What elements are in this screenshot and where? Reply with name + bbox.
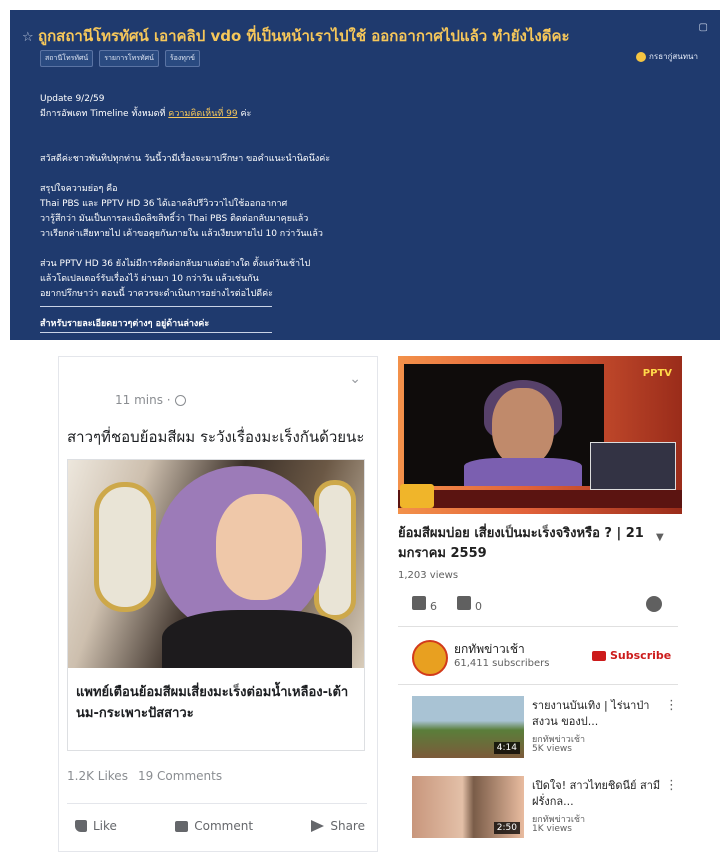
dislike-button[interactable]: 0 <box>457 596 482 613</box>
subscribe-button[interactable]: Subscribe <box>592 649 671 662</box>
article-title[interactable]: แพทย์เตือนย้อมสีผมเสี่ยงมะเร็งต่อมน้ำเหล… <box>76 682 358 724</box>
timeline-line: มีการอัพเดท Timeline ทั้งหมดที่ ความคิดเ… <box>40 107 330 122</box>
view-count: 1,203 views <box>398 570 459 581</box>
chevron-down-icon[interactable]: ⌄ <box>349 371 361 387</box>
link-preview-card[interactable]: แพทย์เตือนย้อมสีผมเสี่ยงมะเร็งต่อมน้ำเหล… <box>67 459 365 751</box>
share-label: Share <box>330 819 365 833</box>
article-photo <box>68 460 364 668</box>
divider <box>40 332 272 333</box>
comment-label: Comment <box>194 819 254 833</box>
summary-line: Thai PBS และ PPTV HD 36 ได้เอาคลิปรีวิวว… <box>40 199 288 209</box>
like-button[interactable]: 6 <box>412 596 437 613</box>
post-stats: 1.2K Likes 19 Comments <box>67 769 222 783</box>
share-button[interactable]: Share <box>311 819 365 833</box>
footer-note: สำหรับรายละเอียดยาวๆต่างๆ อยู่ด้านล่างค่… <box>40 319 210 329</box>
globe-icon <box>174 394 186 406</box>
rating-bar: 6 0 <box>412 596 482 613</box>
divider <box>67 803 367 804</box>
greeting: สวัสดีค่ะชาวพันทิปทุกท่าน วันนี้วามีเรื่… <box>40 154 331 164</box>
summary-heading: สรุปใจความย่อๆ คือ <box>40 184 118 194</box>
subscribe-label: Subscribe <box>610 649 672 662</box>
channel-avatar[interactable] <box>412 640 448 676</box>
timeline-suffix: ค่ะ <box>240 109 252 119</box>
share-icon <box>311 820 325 832</box>
more-options-icon[interactable]: ⋮ <box>665 778 678 793</box>
post-time-text: 11 mins · <box>115 393 171 407</box>
subscriber-count: 61,411 subscribers <box>454 658 550 669</box>
star-icon[interactable]: ☆ <box>22 30 34 45</box>
video-player[interactable]: PPTV <box>398 356 682 514</box>
related-title[interactable]: เปิดใจ! สาวไทยชิดนีย์ สามีฝรั่งกล... <box>532 778 664 810</box>
divider <box>398 684 678 685</box>
tag-item[interactable]: สถานีโทรทัศน์ <box>40 50 94 67</box>
channel-logo: PPTV <box>642 368 672 379</box>
timeline-prefix: มีการอัพเดท Timeline ทั้งหมดที่ <box>40 109 166 119</box>
bookmark-icon[interactable]: ▢ <box>699 22 708 33</box>
video-thumbnail[interactable]: 4:14 <box>412 696 524 758</box>
forum-post-panel: ☆ ถูกสถานีโทรทัศน์ เอาคลิป vdo ที่เป็นหน… <box>10 10 720 340</box>
like-count: 6 <box>430 600 437 613</box>
related-title[interactable]: รายงานบันเทิง | ไร่นาป่าสงวน ของป... <box>532 698 664 730</box>
comment-button[interactable]: Comment <box>175 819 253 833</box>
like-label: Like <box>93 819 117 833</box>
pptv-line: ส่วน PPTV HD 36 ยังไม่มีการติดต่อกลับมาแ… <box>40 259 311 269</box>
related-video[interactable]: 2:50 เปิดใจ! สาวไทยชิดนีย์ สามีฝรั่งกล..… <box>412 776 678 838</box>
timeline-link[interactable]: ความคิดเห็นที่ 99 <box>168 109 237 119</box>
update-date: Update 9/2/59 <box>40 94 105 104</box>
like-button[interactable]: Like <box>75 819 117 833</box>
post-time: 11 mins · <box>115 393 186 407</box>
forum-post-body: Update 9/2/59 มีการอัพเดท Timeline ทั้งห… <box>40 92 330 302</box>
divider <box>398 626 678 627</box>
youtube-panel: PPTV ย้อมสีผมบ่อย เสี่ยงเป็นมะเร็งจริงหร… <box>398 356 682 850</box>
tag-item[interactable]: ร้องทุกข์ <box>164 50 200 67</box>
thumbs-up-icon <box>75 820 87 832</box>
post-headline: สาวๆที่ชอบย้อมสีผม ระวังเรื่องมะเร็งกันด… <box>67 428 365 446</box>
related-views: 5K views <box>532 744 572 754</box>
facebook-post: 11 mins · ⌄ สาวๆที่ชอบย้อมสีผม ระวังเรื่… <box>58 356 378 852</box>
related-views: 1K views <box>532 824 572 834</box>
post-actions: Like Comment Share <box>75 819 365 833</box>
video-title: ย้อมสีผมบ่อย เสี่ยงเป็นมะเร็งจริงหรือ ? … <box>398 526 644 561</box>
summary-line: วารู้สึกว่า มันเป็นการละเมิดลิขสิทธิ์ว่า… <box>40 214 309 224</box>
forum-post-title: ถูกสถานีโทรทัศน์ เอาคลิป vdo ที่เป็นหน้า… <box>38 27 570 45</box>
thumbs-up-icon <box>412 596 426 610</box>
video-thumbnail[interactable]: 2:50 <box>412 776 524 838</box>
feeling-label: กรธากู่สนทนา <box>649 52 698 61</box>
video-duration: 2:50 <box>493 822 520 834</box>
comment-icon <box>175 820 189 832</box>
download-icon[interactable] <box>646 596 662 612</box>
comments-count[interactable]: 19 Comments <box>138 769 222 783</box>
tag-item[interactable]: รายการโทรทัศน์ <box>99 50 159 67</box>
related-video[interactable]: 4:14 รายงานบันเทิง | ไร่นาป่าสงวน ของป..… <box>412 696 678 758</box>
emoji-icon <box>636 51 647 62</box>
feeling-indicator: กรธากู่สนทนา <box>636 50 698 63</box>
summary-line: วาเรียกค่าเสียหายไป เค้าขอคุยกันภายใน แล… <box>40 229 323 239</box>
pptv-line: อยากปรึกษาว่า ตอนนี้ วาควรจะดำเนินการอย่… <box>40 289 273 299</box>
tag-list: สถานีโทรทัศน์ รายการโทรทัศน์ ร้องทุกข์ <box>40 50 200 67</box>
more-options-icon[interactable]: ⋮ <box>665 698 678 713</box>
chevron-down-icon[interactable]: ▼ <box>656 532 664 543</box>
dislike-count: 0 <box>475 600 482 613</box>
video-duration: 4:14 <box>493 742 520 754</box>
pptv-line: แล้วโดเปลเตอร์รับเรื่องไว้ ผ่านมา 10 กว่… <box>40 274 259 284</box>
likes-count[interactable]: 1.2K Likes <box>67 769 128 783</box>
thumbs-down-icon <box>457 596 471 610</box>
divider <box>40 306 272 307</box>
youtube-icon <box>592 650 606 661</box>
channel-name[interactable]: ยกทัพข่าวเช้า <box>454 640 525 659</box>
